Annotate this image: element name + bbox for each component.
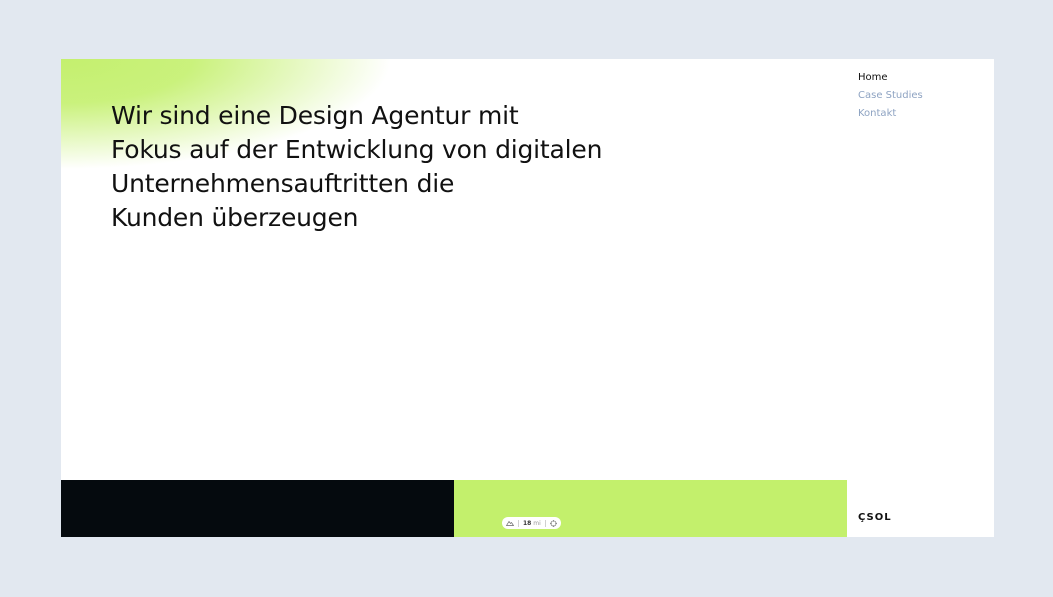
- main-nav: Home Case Studies Kontakt: [858, 70, 923, 122]
- mountain-icon: [506, 520, 514, 526]
- hero-line: Fokus auf der Entwicklung von digitalen: [111, 135, 603, 164]
- nav-item-home[interactable]: Home: [858, 70, 923, 86]
- hero-headline: Wir sind eine Design Agentur mit Fokus a…: [111, 99, 671, 235]
- map-stats-widget[interactable]: 18 mi: [502, 517, 561, 529]
- dark-media-panel: [61, 480, 454, 537]
- brand-area: ÇSOL: [847, 480, 994, 537]
- nav-item-kontakt[interactable]: Kontakt: [858, 106, 923, 122]
- hero-line: Wir sind eine Design Agentur mit: [111, 101, 519, 130]
- hero-line: Unternehmensauftritten die: [111, 169, 455, 198]
- nav-item-case-studies[interactable]: Case Studies: [858, 88, 923, 104]
- divider: [544, 519, 546, 527]
- green-media-panel: 18 mi: [454, 480, 847, 537]
- brand-logo[interactable]: ÇSOL: [858, 512, 892, 523]
- hero-line: Kunden überzeugen: [111, 203, 359, 232]
- target-icon[interactable]: [549, 519, 557, 527]
- page-frame: Wir sind eine Design Agentur mit Fokus a…: [61, 59, 994, 537]
- distance-value: 18 mi: [523, 519, 541, 527]
- divider: [518, 519, 519, 527]
